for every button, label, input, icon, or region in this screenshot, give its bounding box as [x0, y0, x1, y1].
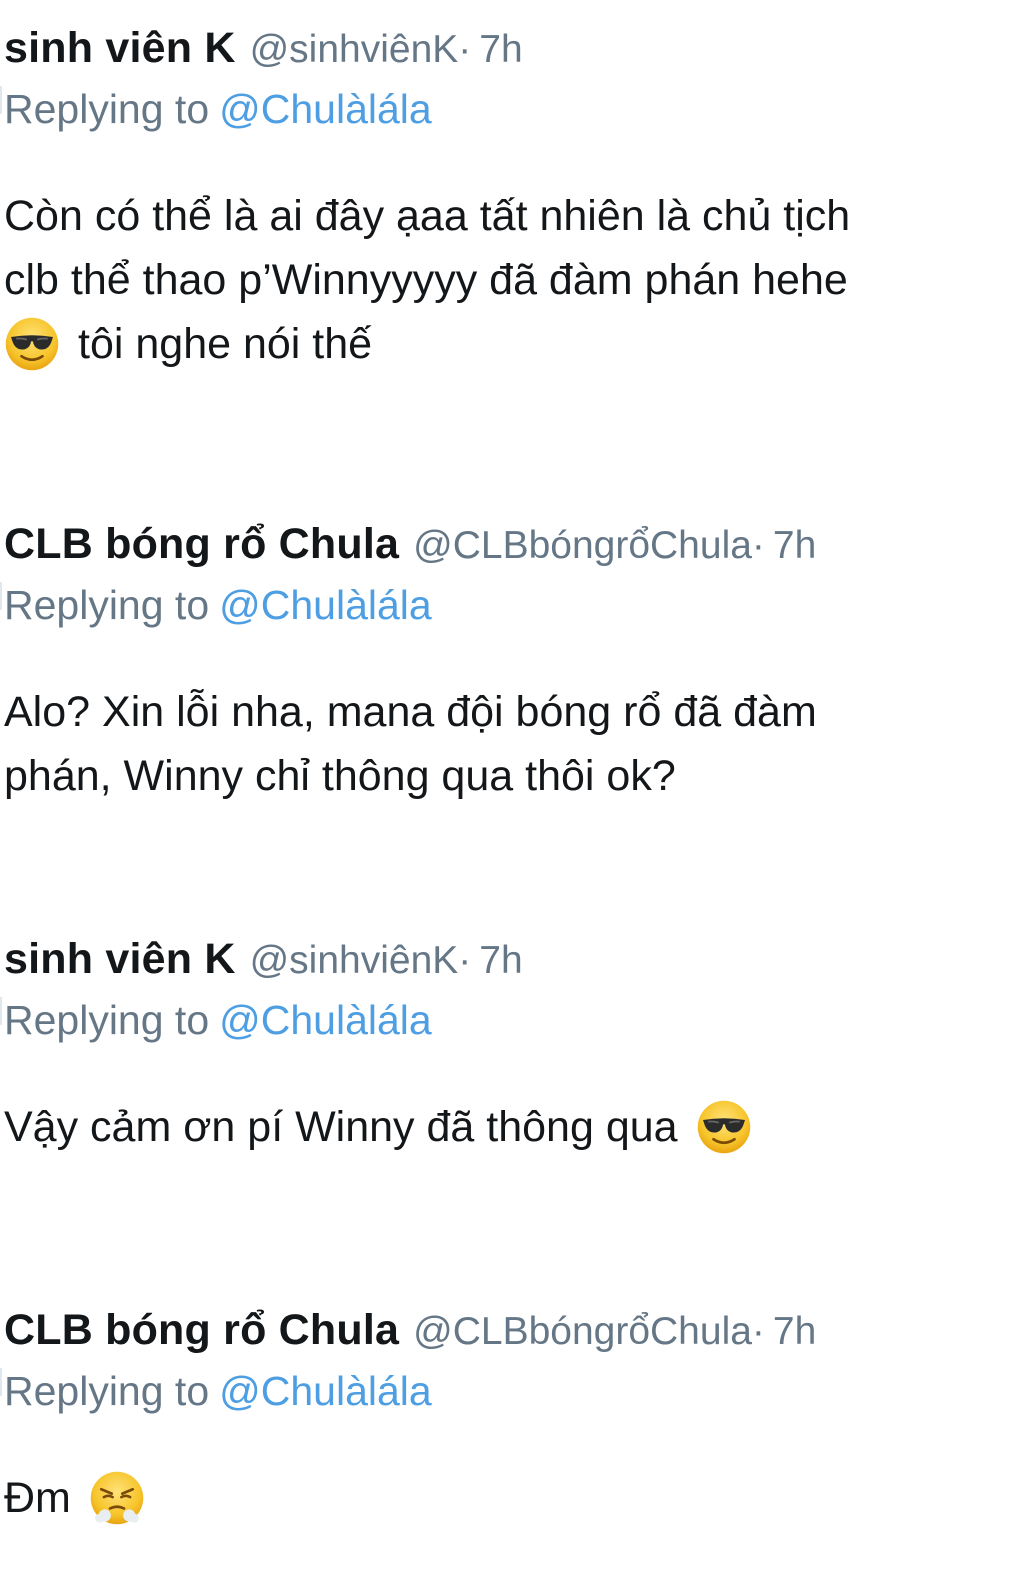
tweet-header: sinh viên K @sinhviênK · 7h — [4, 24, 1004, 80]
tweet-text: Vậy cảm ơn pí Winny đã thông qua — [4, 1095, 1004, 1159]
tweet-edge — [0, 86, 2, 114]
separator-dot: · — [458, 939, 472, 982]
display-name[interactable]: sinh viên K — [4, 24, 236, 73]
text-line-with-emoji: Đm — [4, 1466, 1004, 1530]
tweet[interactable]: sinh viên K @sinhviênK · 7h Replying to @… — [0, 935, 1004, 1159]
text-segment: Đm — [4, 1474, 71, 1522]
tweet-edge — [0, 997, 2, 1025]
separator-dot: · — [458, 28, 472, 71]
user-handle[interactable]: @CLBbóngrổChula — [413, 524, 752, 568]
tweet-edge — [0, 1368, 2, 1396]
smiling-face-with-sunglasses-icon — [697, 1100, 750, 1154]
replying-to: Replying to @Chulàlála — [4, 582, 1004, 638]
mention-link[interactable]: @Chulàlála — [219, 1368, 432, 1414]
tweet-text: Alo? Xin lỗi nha, mana đội bóng rổ đã đà… — [4, 680, 1004, 808]
mention-link[interactable]: @Chulàlála — [219, 582, 432, 628]
timestamp[interactable]: 7h — [773, 1310, 816, 1354]
text-line: phán, Winny chỉ thông qua thôi ok? — [4, 752, 676, 800]
face-with-steam-from-nose-icon — [90, 1471, 144, 1525]
text-line: clb thể thao p’Winnyyyyy đã đàm phán heh… — [4, 256, 848, 304]
replying-to: Replying to @Chulàlála — [4, 1368, 1004, 1424]
display-name[interactable]: CLB bóng rổ Chula — [4, 520, 399, 569]
replying-to: Replying to @Chulàlála — [4, 997, 1004, 1053]
tweet-header: CLB bóng rổ Chula @CLBbóngrổChula · 7h — [4, 1306, 1004, 1362]
replying-to: Replying to @Chulàlála — [4, 86, 1004, 142]
tweet[interactable]: CLB bóng rổ Chula @CLBbóngrổChula · 7h R… — [0, 520, 1004, 808]
text-segment: tôi nghe nói thế — [78, 320, 373, 368]
text-line-with-emoji: tôi nghe nói thế — [4, 312, 1004, 376]
text-line: Alo? Xin lỗi nha, mana đội bóng rổ đã đà… — [4, 688, 817, 736]
timestamp[interactable]: 7h — [479, 939, 522, 983]
mention-link[interactable]: @Chulàlála — [219, 997, 432, 1043]
timestamp[interactable]: 7h — [773, 524, 816, 568]
tweet-text: Đm — [4, 1466, 1004, 1530]
text-segment: Vậy cảm ơn pí Winny đã thông qua — [4, 1103, 678, 1151]
user-handle[interactable]: @sinhviênK — [250, 28, 459, 72]
tweet-header: sinh viên K @sinhviênK · 7h — [4, 935, 1004, 991]
separator-dot: · — [751, 1310, 765, 1353]
tweet-header: CLB bóng rổ Chula @CLBbóngrổChula · 7h — [4, 520, 1004, 576]
text-line-with-emoji: Vậy cảm ơn pí Winny đã thông qua — [4, 1095, 1004, 1159]
replying-label: Replying to — [4, 1368, 210, 1414]
display-name[interactable]: CLB bóng rổ Chula — [4, 1306, 399, 1355]
tweet[interactable]: sinh viên K @sinhviênK · 7h Replying to @… — [0, 24, 1004, 376]
tweet-edge — [0, 582, 2, 610]
smiling-face-with-sunglasses-icon — [5, 317, 59, 371]
mention-link[interactable]: @Chulàlála — [219, 86, 432, 132]
text-line: Còn có thể là ai đây ạaa tất nhiên là ch… — [4, 192, 851, 240]
separator-dot: · — [751, 524, 765, 567]
replying-label: Replying to — [4, 997, 210, 1043]
user-handle[interactable]: @CLBbóngrổChula — [413, 1310, 752, 1354]
display-name[interactable]: sinh viên K — [4, 935, 236, 984]
replying-label: Replying to — [4, 86, 210, 132]
timestamp[interactable]: 7h — [479, 28, 522, 72]
tweet[interactable]: CLB bóng rổ Chula @CLBbóngrổChula · 7h R… — [0, 1306, 1004, 1530]
replying-label: Replying to — [4, 582, 210, 628]
tweet-text: Còn có thể là ai đây ạaa tất nhiên là ch… — [4, 184, 1004, 376]
user-handle[interactable]: @sinhviênK — [250, 939, 459, 983]
